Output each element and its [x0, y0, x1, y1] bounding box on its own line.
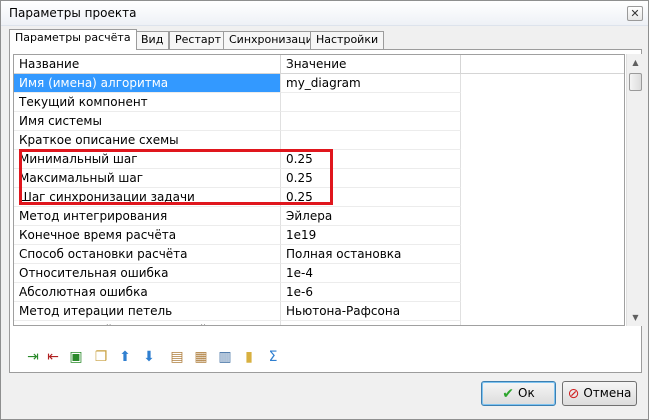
table-row[interactable]: Абсолютная ошибка 1e-6	[14, 283, 624, 302]
parameter-value[interactable]: 10	[281, 321, 461, 325]
cancel-button[interactable]: ⊘ Отмена	[562, 381, 637, 406]
add-row-icon[interactable]: ⇥	[24, 348, 42, 366]
scroll-down-arrow-icon[interactable]: ▼	[627, 309, 644, 326]
calculation-parameters-panel: Название Значение Имя (имена) алгоритма m…	[9, 49, 643, 373]
ok-button-label: Ок	[518, 386, 535, 400]
tab-view[interactable]: Вид	[135, 31, 170, 49]
table-row[interactable]: Имя (имена) алгоритма my_diagram	[14, 74, 624, 93]
parameter-value[interactable]: 0.25	[281, 188, 461, 207]
window-title: Параметры проекта	[9, 6, 137, 20]
table-row[interactable]: Конечное время расчёта 1e19	[14, 226, 624, 245]
parameter-name[interactable]: Метод интегрирования	[14, 207, 281, 226]
parameter-value[interactable]: my_diagram	[281, 74, 461, 93]
parameter-value[interactable]: Ньютона-Рафсона	[281, 302, 461, 321]
ok-button[interactable]: ✔ Ок	[481, 381, 556, 406]
table-row[interactable]: Шаг синхронизации задачи 0.25	[14, 188, 624, 207]
parameter-name[interactable]: Текущий компонент	[14, 93, 281, 112]
scrollbar-thumb[interactable]	[629, 73, 642, 91]
remove-row-icon[interactable]: ⇤	[44, 348, 62, 366]
column-header-value[interactable]: Значение	[281, 55, 461, 74]
parameter-name[interactable]: Метод итерации петель	[14, 302, 281, 321]
parameter-value[interactable]: 1e19	[281, 226, 461, 245]
project-parameters-dialog: Параметры проекта ✕ Параметры расчёта Ви…	[0, 0, 649, 420]
parameter-name[interactable]: Максимальный шаг	[14, 169, 281, 188]
parameter-name[interactable]: Способ остановки расчёта	[14, 245, 281, 264]
column-header-name[interactable]: Название	[14, 55, 281, 74]
save-icon[interactable]: ▥	[216, 348, 234, 366]
sum-icon[interactable]: Σ	[264, 348, 282, 366]
move-down-icon[interactable]: ⬇	[140, 348, 158, 366]
table-row[interactable]: Максимальный шаг 0.25	[14, 169, 624, 188]
delete-icon[interactable]: ▣	[67, 348, 85, 366]
table-row[interactable]: Способ остановки расчёта Полная остановка	[14, 245, 624, 264]
tab-restart[interactable]: Рестарт	[169, 31, 227, 49]
move-up-icon[interactable]: ⬆	[116, 348, 134, 366]
parameter-name[interactable]: Краткое описание схемы	[14, 131, 281, 150]
vertical-scrollbar[interactable]: ▲ ▼	[626, 54, 643, 326]
parameter-name[interactable]: Относительная ошибка	[14, 264, 281, 283]
parameter-value[interactable]: 0.25	[281, 169, 461, 188]
table-row[interactable]: Имя системы	[14, 112, 624, 131]
parameter-value[interactable]: 0.25	[281, 150, 461, 169]
copy-icon[interactable]: ❐	[92, 348, 110, 366]
scroll-up-arrow-icon[interactable]: ▲	[627, 54, 644, 71]
tab-calculation-parameters[interactable]: Параметры расчёта	[9, 29, 137, 50]
parameter-name[interactable]: Имя (имена) алгоритма	[14, 74, 281, 93]
parameter-name[interactable]: Имя системы	[14, 112, 281, 131]
parameter-value[interactable]	[281, 93, 461, 112]
checkmark-icon: ✔	[502, 386, 515, 402]
parameter-name[interactable]: Конечное время расчёта	[14, 226, 281, 245]
cancel-icon: ⊘	[567, 386, 580, 402]
clipboard-icon[interactable]: ▤	[168, 348, 186, 366]
parameter-value[interactable]: 1e-4	[281, 264, 461, 283]
parameter-name[interactable]: Минимальный шаг	[14, 150, 281, 169]
parameter-name[interactable]: Шаг синхронизации задачи	[14, 188, 281, 207]
grid-body: Имя (имена) алгоритма my_diagram Текущий к…	[14, 74, 624, 325]
parameter-value[interactable]	[281, 112, 461, 131]
parameter-name[interactable]: Абсолютная ошибка	[14, 283, 281, 302]
table-row[interactable]: Метод итерации петель Ньютона-Рафсона	[14, 302, 624, 321]
title-bar: Параметры проекта ✕	[1, 1, 648, 26]
tab-settings[interactable]: Настройки	[310, 31, 385, 49]
close-button[interactable]: ✕	[627, 6, 643, 21]
table-row[interactable]: Относительная ошибка 1e-4	[14, 264, 624, 283]
parameter-name[interactable]: Максимальной к-во итераций	[14, 321, 281, 325]
table-row[interactable]: Краткое описание схемы	[14, 131, 624, 150]
paste-icon[interactable]: ▦	[192, 348, 210, 366]
parameter-value[interactable]: Полная остановка	[281, 245, 461, 264]
parameters-grid[interactable]: Название Значение Имя (имена) алгоритма m…	[13, 54, 625, 326]
table-row[interactable]: Максимальной к-во итераций10	[14, 321, 624, 325]
folder-icon[interactable]: ▮	[240, 348, 258, 366]
parameter-value[interactable]: 1e-6	[281, 283, 461, 302]
parameter-value[interactable]	[281, 131, 461, 150]
table-row[interactable]: Текущий компонент	[14, 93, 624, 112]
grid-header: Название Значение	[14, 55, 624, 74]
table-row[interactable]: Минимальный шаг 0.25	[14, 150, 624, 169]
table-row[interactable]: Метод интегрирования Эйлера	[14, 207, 624, 226]
parameter-value[interactable]: Эйлера	[281, 207, 461, 226]
cancel-button-label: Отмена	[583, 386, 632, 400]
